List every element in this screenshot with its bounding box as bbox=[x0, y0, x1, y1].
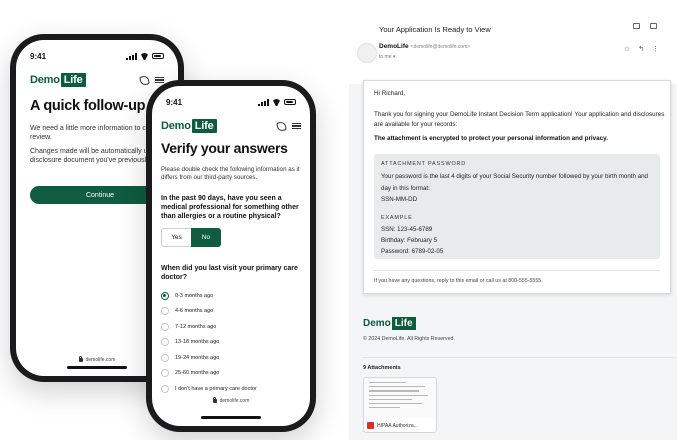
open-in-new-window-icon[interactable] bbox=[650, 23, 657, 29]
home-indicator[interactable] bbox=[201, 416, 261, 419]
yes-button[interactable]: Yes bbox=[161, 228, 191, 247]
radio-option[interactable]: 0-3 months ago bbox=[161, 288, 309, 304]
menu-icon[interactable] bbox=[155, 76, 164, 84]
radio-label: 13-18 months ago bbox=[175, 339, 220, 346]
lock-icon bbox=[212, 397, 217, 403]
phone-icon[interactable] bbox=[139, 74, 150, 86]
email-header: Your Application Is Ready to View DemoLi… bbox=[349, 14, 677, 84]
radio-label: 19-24 months ago bbox=[175, 354, 220, 361]
radio-option[interactable]: I don't have a primary care doctor bbox=[161, 381, 309, 397]
signal-icon bbox=[126, 52, 137, 60]
sender-avatar bbox=[357, 43, 377, 63]
radio-label: 4-6 months ago bbox=[175, 308, 214, 315]
status-bar: 9:41 bbox=[166, 96, 296, 108]
password-instructions: Your password is the last 4 digits of yo… bbox=[381, 173, 649, 192]
pdf-icon bbox=[367, 422, 374, 429]
subtitle: Please double check the following inform… bbox=[161, 166, 300, 181]
radio-button[interactable] bbox=[161, 338, 169, 347]
home-indicator[interactable] bbox=[67, 366, 127, 369]
radio-label: I don't have a primary care doctor bbox=[175, 385, 257, 392]
body-text: Thank you for signing your DemoLife Inst… bbox=[374, 111, 665, 128]
attachment-card[interactable]: HIPAA Authoriza... bbox=[363, 377, 437, 433]
radio-option[interactable]: 13-18 months ago bbox=[161, 335, 309, 351]
encryption-notice: The attachment is encrypted to protect y… bbox=[374, 135, 608, 142]
front-phone: 9:41 Demo Life Verify your answers Please… bbox=[146, 80, 316, 432]
question-last-visit: When did you last visit your primary car… bbox=[161, 265, 298, 281]
example-ssn: SSN: 123-45-6789 bbox=[381, 226, 433, 233]
email-panel: Your Application Is Ready to View DemoLi… bbox=[349, 14, 677, 440]
phone-icon[interactable] bbox=[276, 120, 287, 132]
radio-button[interactable] bbox=[161, 291, 169, 300]
star-icon[interactable]: ☆ bbox=[624, 45, 630, 53]
signal-icon bbox=[258, 98, 269, 106]
radio-button[interactable] bbox=[161, 353, 169, 362]
last-visit-options: 0-3 months ago 4-6 months ago 7-12 months … bbox=[161, 288, 309, 397]
status-time: 9:41 bbox=[166, 97, 183, 107]
radio-button[interactable] bbox=[161, 369, 169, 378]
radio-option[interactable]: 7-12 months ago bbox=[161, 319, 309, 335]
footer-brand: demolife.com bbox=[152, 397, 310, 404]
sender-name: DemoLife bbox=[379, 43, 409, 50]
sender-address: <demolife@demolife.com> bbox=[410, 44, 471, 50]
attachments-title: 9 Attachments bbox=[363, 365, 401, 371]
radio-button[interactable] bbox=[161, 322, 169, 331]
radio-label: 0-3 months ago bbox=[175, 292, 214, 299]
app-header: Demo Life bbox=[161, 118, 301, 134]
page-title: Verify your answers bbox=[161, 140, 288, 156]
example-label: EXAMPLE bbox=[381, 215, 413, 221]
radio-label: 7-12 months ago bbox=[175, 323, 217, 330]
more-vertical-icon[interactable]: ⋮ bbox=[652, 45, 659, 53]
demolife-logo[interactable]: Demo Life bbox=[161, 119, 217, 133]
front-phone-screen: 9:41 Demo Life Verify your answers Please… bbox=[152, 86, 310, 426]
menu-icon[interactable] bbox=[292, 122, 301, 130]
password-box: ATTACHMENT PASSWORD Your password is the… bbox=[374, 154, 660, 259]
status-time: 9:41 bbox=[30, 51, 47, 61]
status-bar: 9:41 bbox=[30, 50, 164, 62]
print-icon[interactable] bbox=[633, 23, 640, 29]
attachment-name: HIPAA Authoriza... bbox=[377, 422, 418, 429]
radio-option[interactable]: 25-60 months ago bbox=[161, 366, 309, 382]
stage: 9:41 Demo Life A quick follow-up We need … bbox=[0, 0, 677, 440]
demolife-logo[interactable]: Demo Life bbox=[30, 73, 86, 87]
battery-icon bbox=[284, 99, 296, 105]
radio-option[interactable]: 4-6 months ago bbox=[161, 304, 309, 320]
reply-icon[interactable]: ↰ bbox=[638, 45, 644, 53]
wifi-icon bbox=[272, 99, 281, 106]
greeting: Hi Richard, bbox=[374, 90, 406, 97]
divider bbox=[363, 357, 677, 358]
divider bbox=[374, 270, 660, 271]
password-format: SSN-MM-DD bbox=[381, 196, 418, 203]
recipient-dropdown[interactable]: to me ▾ bbox=[379, 54, 395, 60]
email-subject: Your Application Is Ready to View bbox=[379, 25, 491, 34]
password-label: ATTACHMENT PASSWORD bbox=[381, 161, 467, 167]
app-header: Demo Life bbox=[30, 72, 164, 88]
radio-option[interactable]: 19-24 months ago bbox=[161, 350, 309, 366]
message-card: Hi Richard, Thank you for signing your D… bbox=[363, 80, 671, 294]
sender: DemoLife <demolife@demolife.com> bbox=[379, 43, 470, 50]
question-medical-visit: In the past 90 days, have you seen a med… bbox=[161, 195, 299, 220]
yes-no-toggle: Yes No bbox=[161, 228, 221, 247]
copyright: © 2024 DemoLife. All Rights Reserved. bbox=[363, 336, 455, 342]
example-birthday: Birthday: February 5 bbox=[381, 237, 438, 244]
contact-footer: If you have any questions, reply to this… bbox=[374, 278, 543, 284]
radio-button[interactable] bbox=[161, 384, 169, 393]
radio-label: 25-60 months ago bbox=[175, 370, 220, 377]
lock-icon bbox=[78, 356, 83, 362]
example-password: Password: 6789-02-05 bbox=[381, 248, 444, 255]
wifi-icon bbox=[140, 53, 149, 60]
email-demolife-logo: Demo Life bbox=[363, 317, 416, 330]
radio-button[interactable] bbox=[161, 307, 169, 316]
battery-icon bbox=[152, 53, 164, 59]
attachment-preview bbox=[364, 378, 436, 418]
no-button[interactable]: No bbox=[191, 228, 221, 247]
